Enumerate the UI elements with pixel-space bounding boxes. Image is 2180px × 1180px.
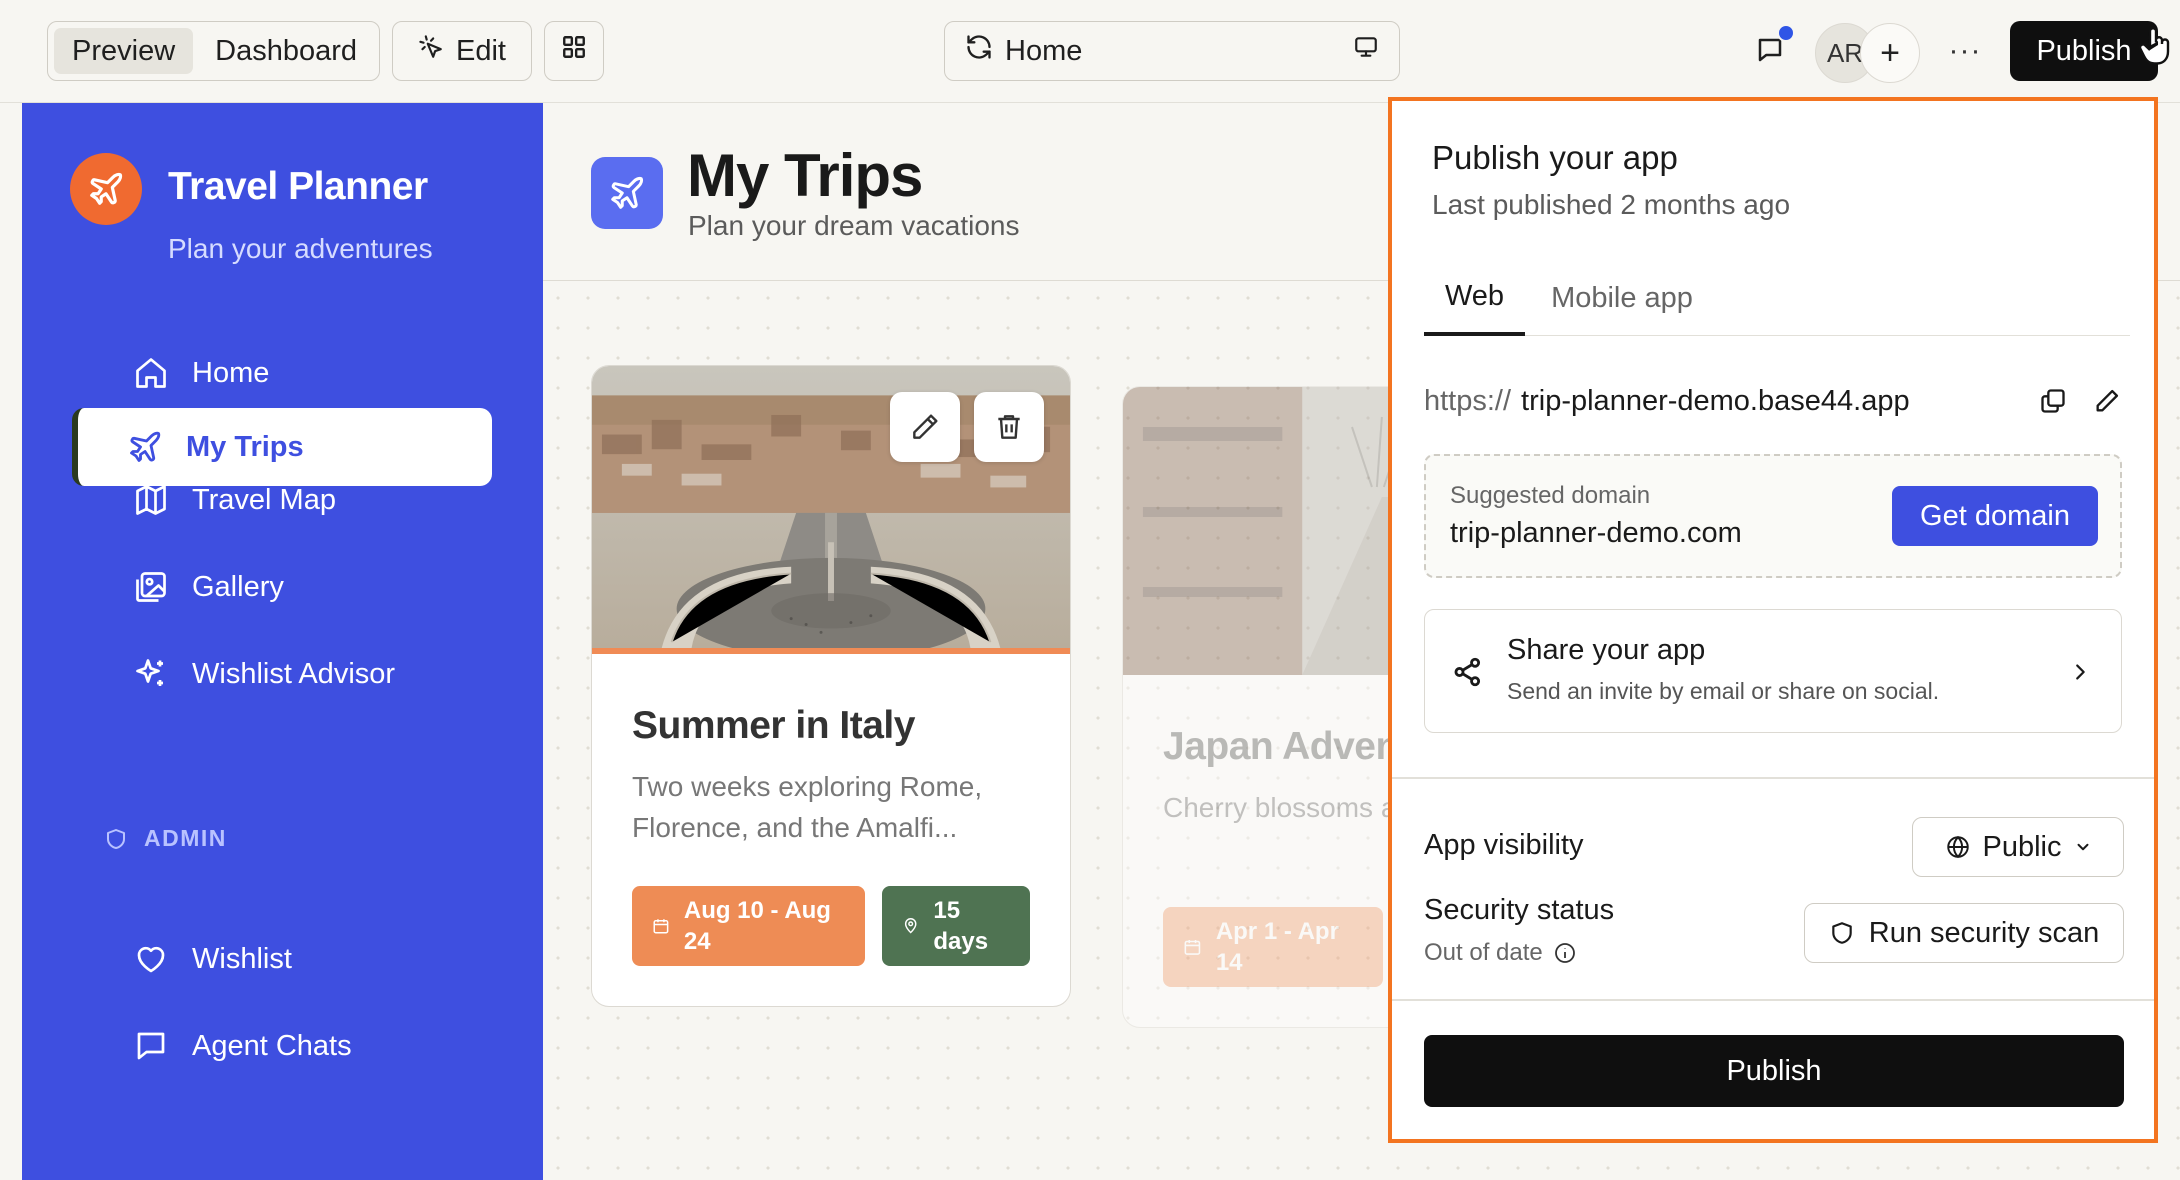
pencil-icon[interactable] bbox=[2084, 378, 2130, 424]
trip-description: Two weeks exploring Rome, Florence, and … bbox=[632, 771, 983, 843]
trip-card[interactable]: Summer in Italy Two weeks exploring Rome… bbox=[591, 365, 1071, 1007]
dashboard-tab[interactable]: Dashboard bbox=[197, 28, 375, 74]
panel-title: Publish your app bbox=[1432, 139, 1678, 176]
hand-cursor-icon bbox=[2138, 27, 2170, 65]
sidebar-item-label: Wishlist bbox=[192, 942, 292, 975]
tab-web[interactable]: Web bbox=[1424, 261, 1525, 336]
app-url-row: https:// trip-planner-demo.base44.app bbox=[1424, 376, 2130, 426]
edit-trip-button[interactable] bbox=[890, 392, 960, 462]
publish-button[interactable]: Publish bbox=[2010, 21, 2158, 81]
monitor-icon[interactable] bbox=[1353, 34, 1379, 68]
run-security-scan-button[interactable]: Run security scan bbox=[1804, 903, 2124, 963]
last-published-text: Last published 2 months ago bbox=[1432, 189, 1791, 220]
sidebar-item-label: My Trips bbox=[186, 430, 304, 463]
more-options-button[interactable]: ··· bbox=[1940, 28, 1990, 74]
url-protocol: https:// bbox=[1424, 384, 1512, 417]
sidebar-item-wishlist[interactable]: Wishlist bbox=[78, 920, 492, 998]
divider bbox=[1392, 777, 2154, 779]
edit-label: Edit bbox=[456, 34, 506, 67]
share-title: Share your app bbox=[1507, 634, 1706, 666]
sidebar-item-travel-map[interactable]: Travel Map bbox=[78, 461, 492, 539]
tab-mobile-app[interactable]: Mobile app bbox=[1542, 261, 1702, 336]
security-label: Security status bbox=[1424, 894, 1615, 926]
divider bbox=[1392, 999, 2154, 1001]
admin-section-label: ADMIN bbox=[104, 825, 227, 852]
sidebar-item-label: Home bbox=[192, 356, 270, 389]
delete-trip-button[interactable] bbox=[974, 392, 1044, 462]
publish-tabs: Web Mobile app bbox=[1424, 261, 2130, 336]
layout-grid-button[interactable] bbox=[544, 21, 604, 81]
top-bar: Preview Dashboard Edit Home AR + ··· Pub… bbox=[0, 0, 2180, 103]
get-domain-button[interactable]: Get domain bbox=[1892, 486, 2098, 546]
info-icon bbox=[1554, 943, 1575, 963]
plus-icon: + bbox=[1880, 33, 1900, 72]
trip-dates-badge: Aug 10 - Aug 24 bbox=[632, 886, 865, 966]
chevron-down-icon bbox=[2077, 843, 2088, 851]
home-icon bbox=[132, 354, 170, 392]
trip-title: Summer in Italy bbox=[632, 704, 915, 747]
share-subtitle: Send an invite by email or share on soci… bbox=[1507, 678, 1940, 704]
suggested-domain-label: Suggested domain bbox=[1450, 482, 1651, 509]
suggested-domain: trip-planner-demo.com bbox=[1450, 517, 1742, 549]
app-logo bbox=[70, 153, 142, 225]
app-tagline: Plan your adventures bbox=[168, 233, 433, 264]
suggested-domain-box: Suggested domain trip-planner-demo.com G… bbox=[1424, 454, 2122, 578]
sidebar-item-label: Travel Map bbox=[192, 483, 336, 516]
view-mode-toggle: Preview Dashboard bbox=[47, 21, 380, 81]
invite-button[interactable]: + bbox=[1860, 23, 1920, 83]
heart-icon bbox=[132, 940, 170, 978]
trip-dates-badge: Apr 1 - Apr 14 bbox=[1163, 907, 1383, 987]
page-selector[interactable]: Home bbox=[944, 21, 1400, 81]
preview-tab[interactable]: Preview bbox=[54, 28, 194, 74]
chevron-right-icon bbox=[2065, 654, 2095, 690]
shield-icon bbox=[1832, 922, 1852, 944]
refresh-icon[interactable] bbox=[965, 33, 993, 69]
visibility-label: App visibility bbox=[1424, 829, 1584, 861]
app-name: Travel Planner bbox=[168, 165, 428, 208]
sidebar-item-label: Agent Chats bbox=[192, 1029, 352, 1062]
calendar-icon bbox=[1184, 939, 1201, 955]
security-status: Out of date bbox=[1424, 939, 1577, 967]
visibility-select[interactable]: Public bbox=[1912, 817, 2124, 877]
trash-icon bbox=[998, 415, 1020, 439]
map-pin-icon bbox=[904, 918, 917, 934]
trip-duration-badge: 15 days bbox=[882, 886, 1030, 966]
share-icon bbox=[1454, 657, 1481, 687]
globe-icon bbox=[1946, 835, 1969, 859]
gallery-icon bbox=[132, 568, 170, 606]
pointer-sparkle-icon bbox=[418, 34, 444, 68]
shield-icon bbox=[107, 828, 125, 849]
pencil-icon bbox=[913, 414, 938, 439]
page-title: My Trips bbox=[687, 142, 923, 209]
chat-icon bbox=[132, 1027, 170, 1065]
publish-confirm-button[interactable]: Publish bbox=[1424, 1035, 2124, 1107]
sidebar-item-agent-chats[interactable]: Agent Chats bbox=[78, 1007, 492, 1085]
edit-button[interactable]: Edit bbox=[392, 21, 532, 81]
app-url[interactable]: trip-planner-demo.base44.app bbox=[1521, 385, 2022, 418]
sidebar-item-label: Wishlist Advisor bbox=[192, 657, 396, 690]
publish-panel: Publish your app Last published 2 months… bbox=[1388, 97, 2158, 1143]
sparkle-icon bbox=[132, 655, 170, 693]
calendar-icon bbox=[653, 919, 669, 934]
sidebar-item-gallery[interactable]: Gallery bbox=[78, 548, 492, 626]
copy-icon[interactable] bbox=[2030, 378, 2076, 424]
sidebar-item-wishlist-advisor[interactable]: Wishlist Advisor bbox=[78, 635, 492, 713]
sidebar-item-label: Gallery bbox=[192, 570, 284, 603]
current-page-label: Home bbox=[1005, 34, 1083, 67]
grid-icon bbox=[561, 34, 587, 68]
plane-icon bbox=[591, 157, 663, 229]
map-icon bbox=[132, 481, 170, 519]
notification-dot bbox=[1777, 24, 1795, 42]
share-app-row[interactable]: Share your app Send an invite by email o… bbox=[1424, 609, 2122, 733]
plane-icon bbox=[90, 172, 123, 205]
sidebar: Travel Planner Plan your adventures Home… bbox=[22, 103, 543, 1180]
sidebar-item-home[interactable]: Home bbox=[78, 334, 492, 412]
page-subtitle: Plan your dream vacations bbox=[688, 210, 1020, 241]
